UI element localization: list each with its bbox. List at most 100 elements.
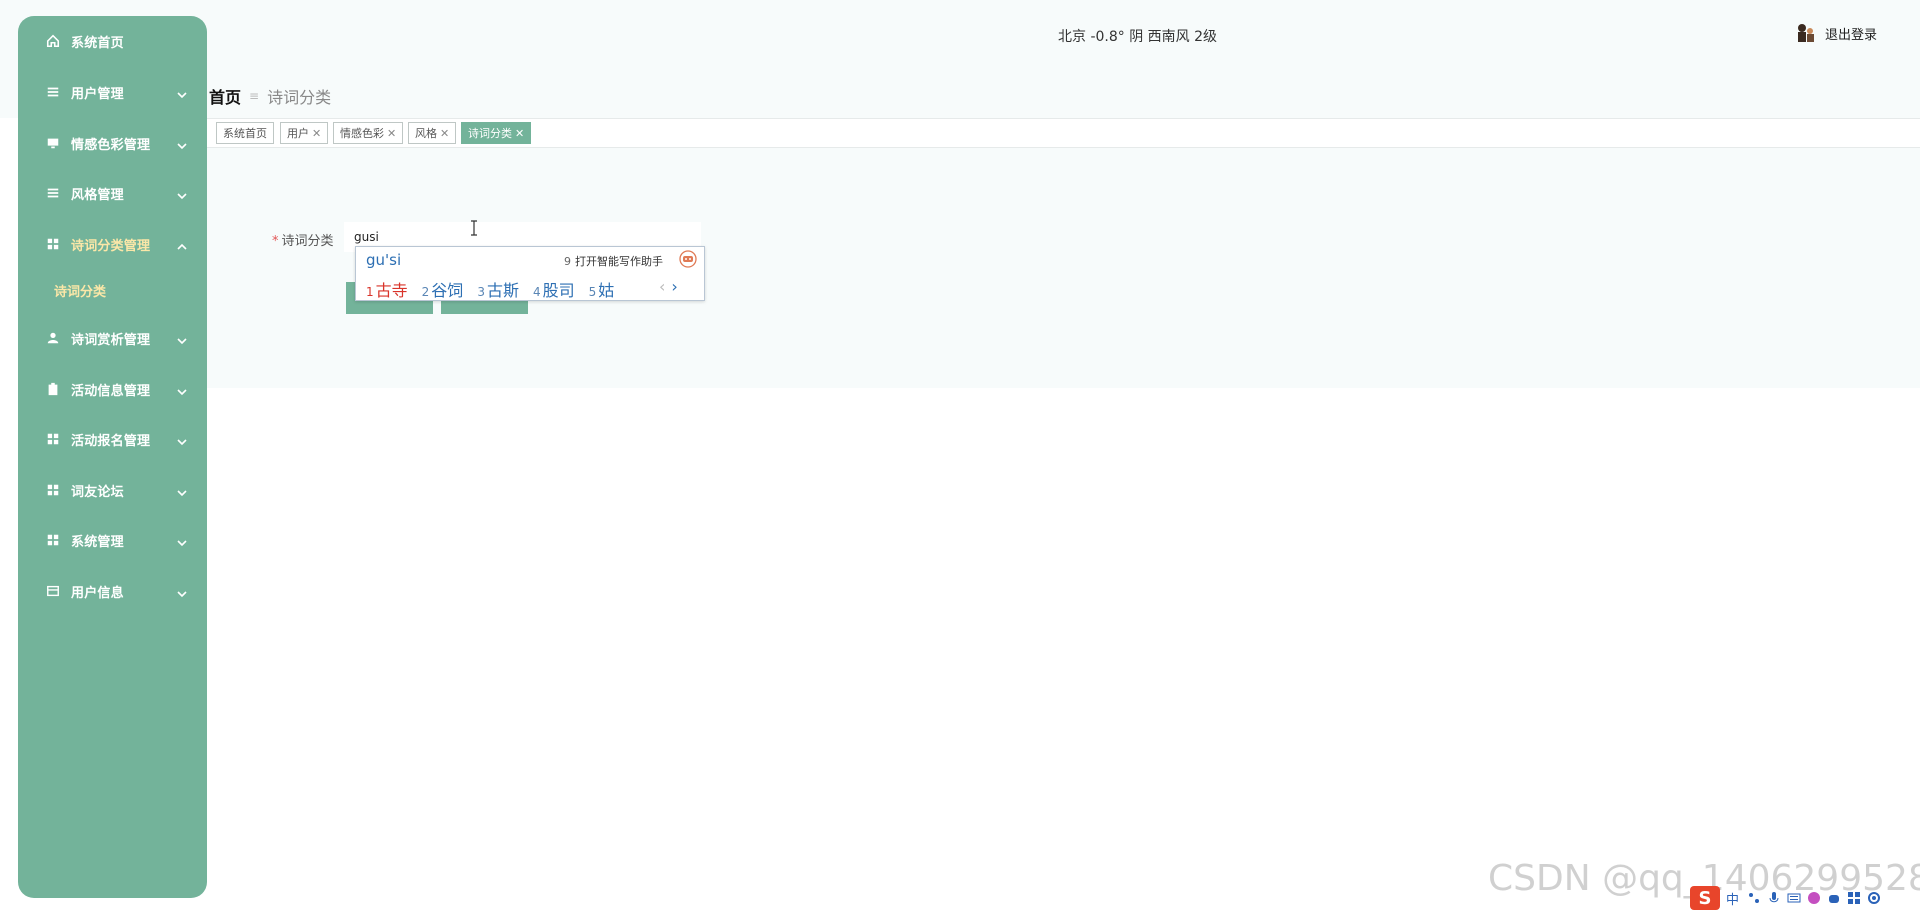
list-icon	[45, 84, 61, 100]
avatar-icon	[1798, 24, 1814, 42]
candidate-index: 1	[366, 285, 374, 299]
user-icon	[45, 330, 61, 346]
chevron-down-icon	[177, 483, 189, 497]
grid-icon	[45, 431, 61, 447]
required-mark: *	[272, 234, 279, 249]
tab-emotion[interactable]: 情感色彩 ✕	[333, 122, 404, 144]
ime-candidates: 1 古寺 2 谷饲 3 古斯 4 股司 5姑	[366, 277, 628, 301]
candidate-text: 姑	[598, 281, 615, 300]
sidebar-item-style-management[interactable]: 风格管理	[18, 173, 207, 213]
tab-label: 系统首页	[223, 127, 267, 140]
language-toggle[interactable]: 中	[1726, 889, 1739, 908]
candidate-index: 5	[588, 285, 597, 299]
tab-label: 用户	[287, 127, 309, 140]
tabs-bar: 系统首页 用户 ✕ 情感色彩 ✕ 风格 ✕ 诗词分类 ✕	[207, 118, 1920, 148]
candidate-text: 谷饲	[431, 281, 464, 300]
chevron-down-icon	[177, 533, 189, 547]
sidebar-item-registration-management[interactable]: 活动报名管理	[18, 419, 207, 459]
ime-candidate-window: gu'si 9 打开智能写作助手 1 古寺 2 谷饲 3 古斯 4 股司 5姑 ‹ ›	[355, 246, 705, 301]
settings-icon[interactable]	[1867, 891, 1881, 905]
keyboard-icon[interactable]	[1787, 891, 1801, 905]
prev-page-icon[interactable]: ‹	[659, 277, 665, 296]
ime-candidate[interactable]: 2 谷饲	[422, 277, 464, 301]
ime-tray: S 中	[1690, 886, 1881, 910]
ime-pager: ‹ ›	[659, 277, 678, 296]
sidebar-item-home[interactable]: 系统首页	[18, 21, 207, 61]
sidebar-item-emotion-management[interactable]: 情感色彩管理	[18, 123, 207, 163]
candidate-index: 3	[477, 285, 485, 299]
ime-candidate[interactable]: 5姑	[589, 277, 615, 301]
tab-label: 情感色彩	[340, 127, 384, 140]
candidate-index: 2	[421, 285, 430, 299]
sogou-logo-icon[interactable]: S	[1690, 886, 1720, 910]
monitor-icon	[45, 135, 61, 151]
sidebar-item-user-info[interactable]: 用户信息	[18, 571, 207, 611]
sidebar-item-label: 诗词分类管理	[71, 238, 151, 254]
weather-info: 北京 -0.8° 阴 西南风 2级	[1058, 29, 1218, 45]
grid-icon	[45, 482, 61, 498]
field-label-text: 诗词分类	[281, 234, 334, 249]
home-icon	[45, 33, 61, 49]
grid-icon	[45, 532, 61, 548]
breadcrumb-separator-icon: ≡	[249, 89, 260, 103]
chevron-down-icon	[177, 432, 189, 446]
chevron-down-icon	[177, 136, 189, 150]
tab-label: 诗词分类	[468, 127, 512, 140]
sidebar-item-label: 情感色彩管理	[71, 137, 151, 153]
category-field-label: * 诗词分类	[272, 230, 334, 249]
breadcrumb-current: 诗词分类	[267, 88, 332, 107]
page: 系统首页 用户管理 情感色彩管理 风格管理 诗词分类管理 诗词分类 诗词赏析管理…	[0, 0, 1920, 914]
text-cursor-icon	[471, 220, 477, 236]
breadcrumb-home[interactable]: 首页	[209, 84, 241, 108]
ime-composition: gu'si	[366, 251, 402, 269]
ime-candidate[interactable]: 1 古寺	[366, 277, 408, 301]
tab-home[interactable]: 系统首页	[216, 122, 274, 144]
clipboard-icon	[45, 381, 61, 397]
assist-label: 打开智能写作助手	[575, 255, 663, 268]
tab-user[interactable]: 用户 ✕	[280, 122, 329, 144]
next-page-icon[interactable]: ›	[671, 277, 677, 296]
chevron-down-icon	[177, 85, 189, 99]
sidebar-item-label: 系统首页	[71, 35, 124, 51]
list-icon	[45, 185, 61, 201]
close-icon[interactable]: ✕	[515, 127, 524, 140]
logout-button[interactable]: 退出登录	[1795, 22, 1877, 44]
close-icon[interactable]: ✕	[312, 127, 321, 140]
candidate-text: 古寺	[375, 281, 408, 300]
ime-assistant-button[interactable]: 9 打开智能写作助手	[564, 253, 663, 269]
sidebar-item-activity-management[interactable]: 活动信息管理	[18, 369, 207, 409]
sidebar-item-appreciation-management[interactable]: 诗词赏析管理	[18, 318, 207, 358]
breadcrumb: 首页 ≡ 诗词分类	[209, 84, 331, 108]
tab-label: 风格	[415, 127, 437, 140]
punctuation-icon[interactable]	[1747, 891, 1761, 905]
sidebar-item-label: 活动信息管理	[71, 383, 151, 399]
sidebar-item-label: 活动报名管理	[71, 433, 151, 449]
tab-style[interactable]: 风格 ✕	[408, 122, 457, 144]
ime-candidate[interactable]: 4 股司	[533, 277, 575, 301]
sidebar-item-label: 用户信息	[71, 585, 124, 601]
close-icon[interactable]: ✕	[387, 127, 396, 140]
logout-label: 退出登录	[1825, 27, 1878, 43]
sidebar-item-label: 风格管理	[71, 187, 124, 203]
sidebar-item-label: 词友论坛	[71, 484, 124, 500]
sidebar-subitem-category[interactable]: 诗词分类	[18, 273, 207, 307]
candidate-text: 股司	[542, 281, 575, 300]
sidebar-item-system-management[interactable]: 系统管理	[18, 520, 207, 560]
tab-category[interactable]: 诗词分类 ✕	[461, 122, 532, 144]
assistant-icon[interactable]	[679, 250, 697, 268]
toolbox-icon[interactable]	[1847, 891, 1861, 905]
content-background	[207, 0, 1920, 388]
sidebar-item-forum[interactable]: 词友论坛	[18, 470, 207, 510]
microphone-icon[interactable]	[1767, 891, 1781, 905]
close-icon[interactable]: ✕	[440, 127, 449, 140]
robot-icon[interactable]	[1827, 891, 1841, 905]
sidebar-item-label: 诗词赏析管理	[71, 332, 151, 348]
ime-candidate[interactable]: 3 古斯	[477, 277, 519, 301]
card-icon	[45, 583, 61, 599]
assist-index: 9	[564, 255, 571, 268]
sidebar: 系统首页 用户管理 情感色彩管理 风格管理 诗词分类管理 诗词分类 诗词赏析管理…	[18, 16, 207, 898]
sidebar-item-category-management[interactable]: 诗词分类管理	[18, 224, 207, 264]
skin-icon[interactable]	[1807, 891, 1821, 905]
sidebar-item-user-management[interactable]: 用户管理	[18, 72, 207, 112]
chevron-down-icon	[177, 584, 189, 598]
